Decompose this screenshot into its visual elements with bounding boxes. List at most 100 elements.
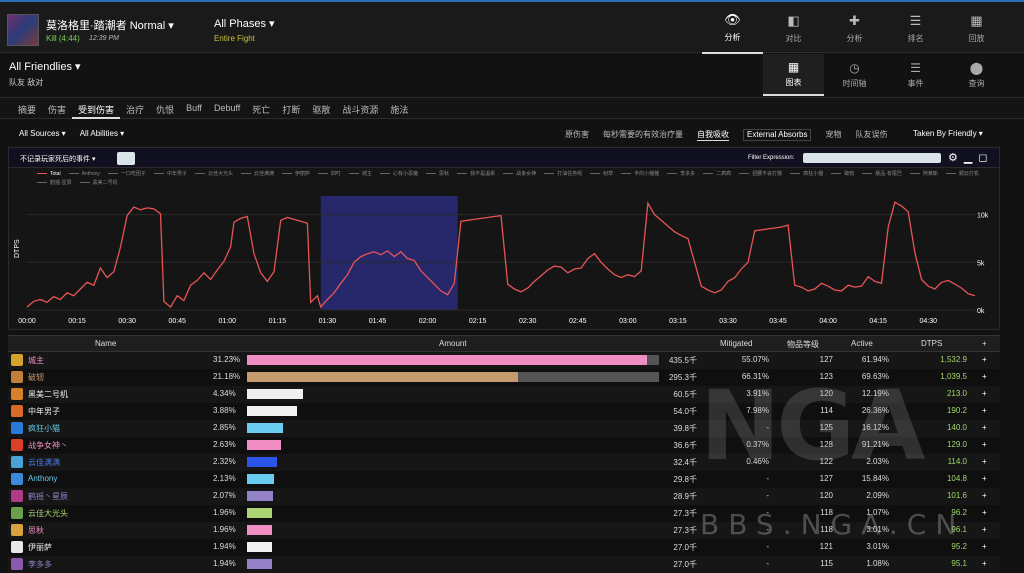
- expand-row-icon[interactable]: +: [982, 406, 987, 415]
- series-line-total: [26, 201, 976, 309]
- tab-1[interactable]: 伤害: [42, 98, 72, 119]
- table-row[interactable]: 中年男子 3.88% 54.0千 7.98% 114 26.36% 190.2 +: [8, 403, 1000, 420]
- item-level-value: 121: [819, 542, 833, 551]
- table-row[interactable]: 云佳满满 2.32% 32.4千 0.46% 122 2.03% 114.0 +: [8, 454, 1000, 471]
- expand-row-icon[interactable]: +: [982, 440, 987, 449]
- expand-row-icon[interactable]: +: [982, 372, 987, 381]
- player-class-icon: [11, 371, 23, 383]
- player-name[interactable]: 城主: [28, 355, 44, 366]
- boss-name-dropdown[interactable]: 莫洛格里·踏潮者 Normal ▾: [46, 17, 174, 33]
- mitigated-value: 0.37%: [746, 440, 769, 449]
- active-value: 2.03%: [866, 457, 889, 466]
- friendlies-dropdown[interactable]: All Friendlies ▾: [9, 60, 81, 73]
- table-row[interactable]: 李多多 1.94% 27.0千 - 115 1.08% 95.1 +: [8, 556, 1000, 573]
- x-tick-label: 01:15: [269, 318, 287, 325]
- table-row[interactable]: 破轫 21.18% 295.3千 66.31% 123 69.63% 1,039.5 +: [8, 369, 1000, 386]
- player-name[interactable]: 思秋: [28, 525, 44, 536]
- damage-option-4[interactable]: 宠物: [825, 129, 841, 141]
- dtps-value: 213.0: [946, 389, 967, 398]
- tab-6[interactable]: Debuff: [208, 98, 246, 119]
- sources-dropdown[interactable]: All Sources ▾: [19, 129, 66, 138]
- y-tick-label: 10k: [977, 213, 989, 220]
- tab-9[interactable]: 驱散: [306, 98, 336, 119]
- top-nav-3[interactable]: ☰ 排名: [885, 2, 946, 54]
- player-name[interactable]: 疯狂小猫: [28, 423, 60, 434]
- x-tick-label: 01:30: [319, 318, 337, 325]
- top-nav-2[interactable]: ✚ 分析: [824, 2, 885, 54]
- view-nav-0[interactable]: ▦ 图表: [763, 54, 824, 96]
- expand-row-icon[interactable]: +: [982, 423, 987, 432]
- col-dtps[interactable]: DTPS: [921, 339, 942, 348]
- damage-option-5[interactable]: 队友误伤: [855, 129, 887, 141]
- player-name[interactable]: Anthony: [28, 474, 57, 483]
- player-name[interactable]: 战争女神丶: [28, 440, 68, 451]
- view-nav-3[interactable]: ⬤ 查询: [946, 54, 1007, 96]
- taken-by-dropdown[interactable]: Taken By Friendly ▾: [913, 129, 983, 138]
- view-nav-2[interactable]: ☰ 事件: [885, 54, 946, 96]
- player-name[interactable]: 中年男子: [28, 406, 60, 417]
- kill-time: 12:39 PM: [89, 35, 119, 42]
- view-nav-label: 时间轴: [842, 79, 867, 88]
- table-row[interactable]: 鹤摇丶星辰 2.07% 28.9千 - 120 2.09% 101.6 +: [8, 488, 1000, 505]
- player-name[interactable]: 伊丽萨: [28, 542, 52, 553]
- x-tick-label: 00:15: [68, 318, 86, 325]
- table-row[interactable]: 疯狂小猫 2.85% 39.8千 - 125 16.12% 140.0 +: [8, 420, 1000, 437]
- expand-row-icon[interactable]: +: [982, 474, 987, 483]
- player-name[interactable]: 鹤摇丶星辰: [28, 491, 68, 502]
- table-row[interactable]: 伊丽萨 1.94% 27.0千 - 121 3.01% 95.2 +: [8, 539, 1000, 556]
- damage-option-1[interactable]: 每秒需要的有效治疗量: [603, 129, 683, 141]
- top-nav-0[interactable]: 👁 分析: [702, 2, 763, 54]
- expand-row-icon[interactable]: +: [982, 389, 987, 398]
- amount-bar: [247, 372, 519, 382]
- col-add[interactable]: +: [982, 339, 987, 348]
- abilities-dropdown[interactable]: All Abilities ▾: [80, 129, 124, 138]
- tab-8[interactable]: 打断: [276, 98, 306, 119]
- tab-4[interactable]: 仇恨: [150, 98, 180, 119]
- table-row[interactable]: Anthony 2.13% 29.8千 - 127 15.84% 104.8 +: [8, 471, 1000, 488]
- mitigated-value: 3.91%: [746, 389, 769, 398]
- tab-3[interactable]: 治疗: [120, 98, 150, 119]
- table-row[interactable]: 黑美二号机 4.34% 60.5千 3.91% 120 12.19% 213.0 +: [8, 386, 1000, 403]
- view-nav-1[interactable]: ◷ 时间轴: [824, 54, 885, 96]
- expand-row-icon[interactable]: +: [982, 457, 987, 466]
- mitigated-value: -: [766, 508, 769, 517]
- phase-dropdown[interactable]: All Phases ▾: [214, 17, 275, 30]
- expand-row-icon[interactable]: +: [982, 525, 987, 534]
- dtps-value: 190.2: [946, 406, 967, 415]
- tab-5[interactable]: Buff: [180, 98, 208, 119]
- tab-2[interactable]: 受到伤害: [72, 98, 121, 119]
- tab-11[interactable]: 施法: [384, 98, 414, 119]
- expand-row-icon[interactable]: +: [982, 559, 987, 568]
- expand-row-icon[interactable]: +: [982, 355, 987, 364]
- col-mitigated[interactable]: Mitigated: [720, 339, 752, 348]
- friend-enemy-toggle[interactable]: 队友 敌对: [9, 77, 43, 88]
- top-nav-4[interactable]: ▦ 回放: [946, 2, 1007, 54]
- expand-row-icon[interactable]: +: [982, 508, 987, 517]
- x-tick-label: 00:30: [118, 318, 136, 325]
- player-name[interactable]: 李多多: [28, 559, 52, 570]
- player-name[interactable]: 云佳大光头: [28, 508, 68, 519]
- tab-10[interactable]: 战斗资源: [336, 98, 384, 119]
- amount-bar: [247, 474, 275, 484]
- table-row[interactable]: 思秋 1.96% 27.3千 - 118 3.01% 96.1 +: [8, 522, 1000, 539]
- player-name[interactable]: 云佳满满: [28, 457, 60, 468]
- player-class-icon: [11, 422, 23, 434]
- table-row[interactable]: 战争女神丶 2.63% 36.6千 0.37% 128 91.21% 129.0 +: [8, 437, 1000, 454]
- amount-bar: [247, 440, 281, 450]
- expand-row-icon[interactable]: +: [982, 542, 987, 551]
- table-row[interactable]: 云佳大光头 1.96% 27.3千 - 118 1.07% 96.2 +: [8, 505, 1000, 522]
- damage-option-3[interactable]: External Absorbs: [743, 129, 812, 141]
- player-name[interactable]: 黑美二号机: [28, 389, 68, 400]
- col-ilvl[interactable]: 物品等级: [787, 339, 819, 350]
- tab-0[interactable]: 摘要: [12, 98, 42, 119]
- col-active[interactable]: Active: [851, 339, 873, 348]
- expand-row-icon[interactable]: +: [982, 491, 987, 500]
- damage-option-0[interactable]: 原伤害: [565, 129, 589, 141]
- top-nav-1[interactable]: ◧ 对比: [763, 2, 824, 54]
- col-name[interactable]: Name: [95, 339, 116, 348]
- tab-7[interactable]: 死亡: [246, 98, 276, 119]
- table-row[interactable]: 城主 31.23% 435.5千 55.07% 127 61.94% 1,532.9 +: [8, 352, 1000, 369]
- damage-option-2[interactable]: 自我吸收: [697, 129, 729, 141]
- player-name[interactable]: 破轫: [28, 372, 44, 383]
- col-amount[interactable]: Amount: [439, 339, 467, 348]
